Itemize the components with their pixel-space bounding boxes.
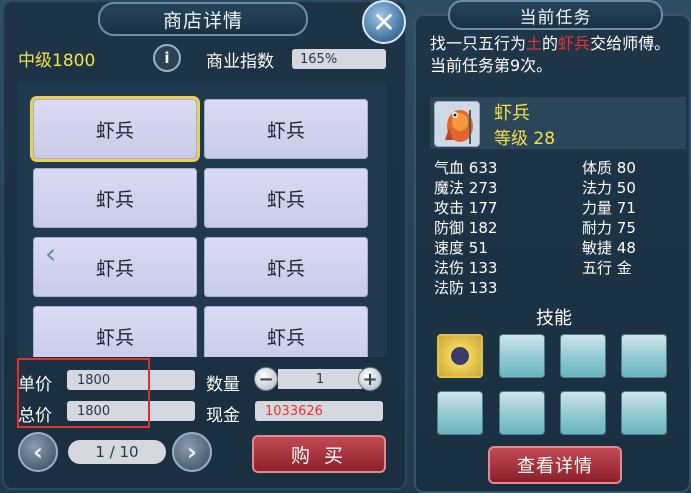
shop-level: 中级1800: [18, 51, 96, 71]
stat-defense: 防御 182: [434, 217, 497, 238]
stat-label: 体质: [582, 159, 613, 177]
stat-magic-power: 法力 50: [582, 177, 636, 198]
stat-label: 敏捷: [582, 239, 613, 257]
stat-value: 71: [616, 199, 636, 217]
skill-slot[interactable]: [621, 391, 667, 435]
stat-value: 133: [468, 279, 498, 297]
pet-name: 虾兵: [494, 103, 530, 124]
stat-value: 金: [616, 259, 632, 277]
chevron-left-icon: ‹: [45, 237, 57, 270]
decrease-quantity-button[interactable]: −: [254, 367, 278, 391]
shrimp-soldier-icon: [435, 102, 479, 146]
info-icon[interactable]: i: [153, 44, 181, 72]
stat-label: 攻击: [434, 199, 465, 217]
skill-slot[interactable]: [621, 334, 667, 378]
item-slot[interactable]: 虾兵: [33, 99, 197, 159]
stat-value: 633: [468, 159, 498, 177]
stat-agility: 敏捷 48: [582, 237, 636, 258]
stat-value: 75: [616, 219, 636, 237]
stat-attack: 攻击 177: [434, 197, 497, 218]
quantity-stepper-value[interactable]: 1: [278, 369, 362, 389]
skill-slot[interactable]: [560, 391, 606, 435]
cash-value: 1033626: [255, 401, 383, 421]
stat-label: 法力: [582, 179, 613, 197]
page-indicator: 1 / 10: [68, 440, 166, 464]
stat-value: 182: [468, 219, 498, 237]
item-slot[interactable]: 虾兵: [33, 237, 197, 297]
stat-value: 50: [616, 179, 636, 197]
item-slot[interactable]: 虾兵: [33, 168, 197, 228]
task-desc-text: 找一只五行为: [430, 34, 527, 53]
business-index-label: 商业指数: [206, 52, 274, 72]
stat-mp: 魔法 273: [434, 177, 497, 198]
stat-value: 51: [468, 239, 488, 257]
business-index-value: 165%: [292, 49, 386, 69]
stat-label: 五行: [582, 259, 613, 277]
stat-element: 五行 金: [582, 257, 632, 278]
item-slot[interactable]: 虾兵: [204, 99, 368, 159]
stat-value: 177: [468, 199, 498, 217]
stat-strength: 力量 71: [582, 197, 636, 218]
shop-title: 商店详情: [162, 9, 243, 32]
cash-label: 现金: [206, 406, 240, 426]
chevron-right-icon: ›: [187, 438, 197, 466]
stat-label: 魔法: [434, 179, 465, 197]
item-slot[interactable]: 虾兵: [33, 306, 197, 357]
task-title: 当前任务: [519, 7, 592, 28]
stat-magic-damage: 法伤 133: [434, 257, 497, 278]
stat-label: 速度: [434, 239, 465, 257]
stat-speed: 速度 51: [434, 237, 488, 258]
pet-level: 等级 28: [494, 129, 556, 149]
stat-label: 防御: [434, 219, 465, 237]
quantity-label: 数量: [206, 375, 240, 395]
price-highlight-box: [17, 358, 150, 428]
stat-value: 80: [616, 159, 636, 177]
stat-endurance: 耐力 75: [582, 217, 636, 238]
close-button[interactable]: ✕: [362, 0, 406, 44]
skill-slot[interactable]: [560, 334, 606, 378]
task-element-highlight: 土: [526, 34, 543, 53]
minus-icon: −: [258, 368, 274, 390]
skills-label: 技能: [536, 308, 572, 329]
stat-label: 法伤: [434, 259, 465, 277]
task-target-highlight: 虾兵: [558, 34, 591, 53]
stat-magic-defense: 法防 133: [434, 277, 497, 298]
prev-page-button[interactable]: ‹: [18, 432, 58, 472]
task-description: 找一只五行为土的虾兵交给师傅。当前任务第9次。: [430, 33, 682, 77]
skill-slot[interactable]: [437, 334, 483, 378]
stat-label: 耐力: [582, 219, 613, 237]
item-slot[interactable]: 虾兵: [204, 237, 368, 297]
item-grid: 虾兵 虾兵 虾兵 虾兵 虾兵 虾兵 虾兵 虾兵: [17, 81, 387, 357]
view-details-button[interactable]: 查看详情: [488, 446, 622, 484]
stat-value: 273: [468, 179, 498, 197]
stat-label: 气血: [434, 159, 465, 177]
item-slot[interactable]: 虾兵: [204, 306, 368, 357]
stat-label: 力量: [582, 199, 613, 217]
skill-slot[interactable]: [499, 334, 545, 378]
next-page-button[interactable]: ›: [172, 432, 212, 472]
shop-title-bar: 商店详情: [98, 2, 308, 36]
stat-hp: 气血 633: [434, 157, 497, 178]
chevron-left-icon: ‹: [33, 438, 43, 466]
stat-label: 法防: [434, 279, 465, 297]
task-title-bar: 当前任务: [448, 0, 663, 30]
pet-avatar: [434, 101, 480, 147]
close-icon: ✕: [372, 5, 396, 39]
plus-icon: +: [362, 368, 378, 390]
stat-value: 48: [616, 239, 636, 257]
buy-button[interactable]: 购 买: [252, 435, 386, 473]
skill-slot[interactable]: [437, 391, 483, 435]
task-desc-text: 的: [542, 34, 559, 53]
skill-slot[interactable]: [499, 391, 545, 435]
increase-quantity-button[interactable]: +: [358, 367, 382, 391]
stat-value: 133: [468, 259, 498, 277]
stat-constitution: 体质 80: [582, 157, 636, 178]
item-slot[interactable]: 虾兵: [204, 168, 368, 228]
